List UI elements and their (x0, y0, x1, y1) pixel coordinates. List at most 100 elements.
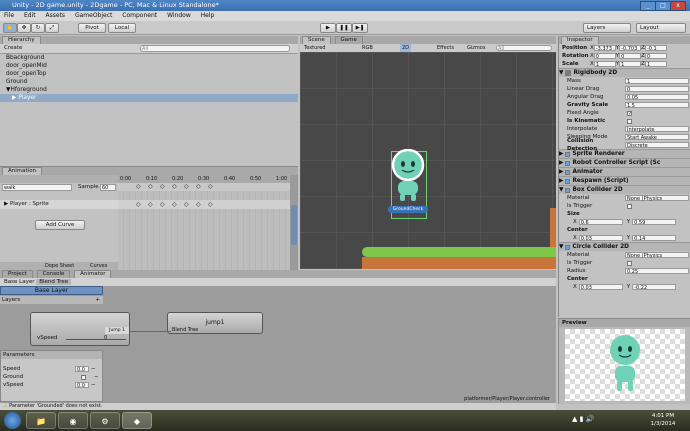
explorer-icon[interactable]: 📁 (26, 412, 56, 429)
rotation-x-field[interactable]: 0 (593, 53, 616, 60)
layout-dropdown[interactable]: Layout (636, 23, 686, 33)
gizmos-dropdown[interactable]: Gizmos (467, 44, 485, 52)
hierarchy-item[interactable]: ▼Hforeground (0, 86, 298, 94)
jump-port[interactable]: Jump 1 (105, 327, 129, 334)
scene-viewport[interactable]: GroundCheck (300, 52, 556, 269)
curves-tab[interactable]: Curves (90, 263, 107, 269)
groundcheck-label[interactable]: GroundCheck (388, 206, 428, 213)
tab-game[interactable]: Game (334, 36, 363, 44)
component-header[interactable]: ▶ Robot Controller Script (Sc (559, 158, 690, 167)
hierarchy-item[interactable]: Ground (0, 78, 298, 86)
rotate-tool-icon[interactable]: ↻ (31, 23, 45, 33)
bc-center-x-field[interactable]: 0.03 (578, 235, 623, 242)
keyframe-icon[interactable]: ◇ (160, 201, 165, 208)
foldout-arrow-icon[interactable]: ▶ (559, 159, 563, 167)
tab-inspector[interactable]: Inspector (561, 36, 599, 44)
local-toggle[interactable]: Local (108, 23, 136, 33)
bc-trigger-checkbox[interactable] (627, 203, 632, 209)
hierarchy-item[interactable]: door_openTop (0, 70, 298, 78)
clock[interactable]: 4:01 PM 1/3/2014 (640, 412, 686, 428)
start-button-icon[interactable] (4, 412, 21, 429)
pause-button-icon[interactable]: ❚❚ (336, 23, 352, 33)
add-layer-icon[interactable]: + (95, 296, 100, 304)
component-enabled-checkbox[interactable] (565, 169, 571, 175)
effects-dropdown[interactable]: Effects (437, 44, 454, 52)
play-button-icon[interactable]: ▶ (320, 23, 336, 33)
hierarchy-item[interactable]: door_openMid (0, 62, 298, 70)
cc-trigger-checkbox[interactable] (627, 260, 632, 266)
add-curve-button[interactable]: Add Curve (35, 220, 85, 230)
animator-graph[interactable]: Base Layer Layers + vSpeed 0 jump1 Jump … (0, 286, 556, 403)
remove-param-icon[interactable]: − (91, 366, 96, 372)
tab-scene[interactable]: Scene (302, 36, 331, 44)
rb-field[interactable]: 0.05 (625, 94, 689, 101)
hierarchy-item[interactable]: Bbackground (0, 54, 298, 62)
foldout-arrow-icon[interactable]: ▶ (559, 150, 563, 158)
keyframe-icon[interactable]: ◇ (136, 201, 141, 208)
position-z-field[interactable]: -0.1 (644, 45, 667, 52)
collision-detection-dropdown[interactable]: Discrete (625, 142, 689, 149)
is-kinematic-checkbox[interactable] (627, 118, 632, 124)
foldout-arrow-icon[interactable]: ▼ (559, 186, 563, 194)
menu-assets[interactable]: Assets (42, 12, 70, 19)
rotation-z-field[interactable]: 0 (644, 53, 667, 60)
rotation-y-field[interactable]: 0 (619, 53, 642, 60)
position-x-field[interactable]: -3.373 (593, 45, 616, 52)
keyframe-icon[interactable]: ◇ (172, 201, 177, 208)
keyframe-icon[interactable]: ◇ (148, 183, 153, 190)
rb-field[interactable]: 1 (625, 78, 689, 85)
param-bool-checkbox[interactable] (81, 374, 86, 380)
menu-gameobject[interactable]: GameObject (71, 12, 116, 19)
layers-dropdown[interactable]: Layers (583, 23, 631, 33)
rb-field[interactable]: 1.5 (625, 102, 689, 109)
sample-field[interactable]: 60 (100, 184, 116, 191)
menu-edit[interactable]: Edit (20, 12, 40, 19)
component-enabled-checkbox[interactable] (565, 160, 571, 166)
tray-icons[interactable]: ▲ ▮ 🔊 (572, 415, 594, 423)
dope-sheet-tab[interactable]: Dope Sheet (45, 263, 74, 269)
cc-radius-field[interactable]: 0.25 (625, 268, 689, 275)
keyframe-icon[interactable]: ◇ (208, 201, 213, 208)
base-layer-bar[interactable]: Base Layer (0, 286, 103, 295)
scene-search-input[interactable]: All (496, 45, 552, 52)
unity-icon[interactable]: ◆ (122, 412, 152, 429)
scale-y-field[interactable]: 1 (619, 61, 642, 68)
chrome-icon[interactable]: ◉ (58, 412, 88, 429)
box-collider-header[interactable]: ▼ Box Collider 2D (559, 185, 690, 194)
cc-material-field[interactable]: None (Physics (625, 252, 689, 259)
rigidbody-header[interactable]: ▼ Rigidbody 2D (559, 68, 690, 77)
tab-console[interactable]: Console (36, 270, 71, 278)
2d-toggle[interactable]: 2D (400, 44, 412, 52)
breadcrumb-base-layer[interactable]: Base Layer (4, 279, 34, 285)
cc-center-x-field[interactable]: 0.03 (578, 284, 623, 291)
breadcrumb-blend-tree[interactable]: Blend Tree (36, 279, 72, 285)
preview-canvas[interactable] (565, 329, 685, 401)
tab-animator[interactable]: Animator (74, 270, 112, 278)
cc-center-y-field[interactable]: -0.22 (632, 284, 677, 291)
component-header[interactable]: ▶ Animator (559, 167, 690, 176)
component-header[interactable]: ▶ Sprite Renderer (559, 149, 690, 158)
keyframe-icon[interactable]: ◇ (136, 183, 141, 190)
bc-center-y-field[interactable]: 0.14 (632, 235, 677, 242)
circle-collider-header[interactable]: ▼ Circle Collider 2D (559, 242, 690, 251)
menu-file[interactable]: File (0, 12, 18, 19)
status-message[interactable]: Parameter 'Grounded' does not exist. (9, 403, 102, 409)
component-enabled-checkbox[interactable] (565, 151, 571, 157)
clip-dropdown[interactable]: walk (2, 184, 72, 191)
move-tool-icon[interactable]: ✥ (17, 23, 31, 33)
rgb-dropdown[interactable]: RGB (362, 44, 373, 52)
bc-size-y-field[interactable]: 0.59 (632, 219, 677, 226)
scale-z-field[interactable]: 1 (644, 61, 667, 68)
animation-scrollbar[interactable] (290, 175, 298, 270)
rb-field[interactable]: 0 (625, 86, 689, 93)
keyframe-icon[interactable]: ◇ (184, 201, 189, 208)
component-header[interactable]: ▶ Respawn (Script) (559, 176, 690, 185)
menu-window[interactable]: Window (163, 12, 195, 19)
keyframe-icon[interactable]: ◇ (184, 183, 189, 190)
keyframe-icon[interactable]: ◇ (208, 183, 213, 190)
anim-track-row[interactable]: ▶ Player : Sprite (0, 200, 118, 209)
interpolate-dropdown[interactable]: Interpolate (625, 126, 689, 133)
scrollbar-thumb[interactable] (291, 205, 297, 245)
param-value-field[interactable]: 0.0 (75, 382, 89, 389)
keyframe-icon[interactable]: ◇ (196, 183, 201, 190)
